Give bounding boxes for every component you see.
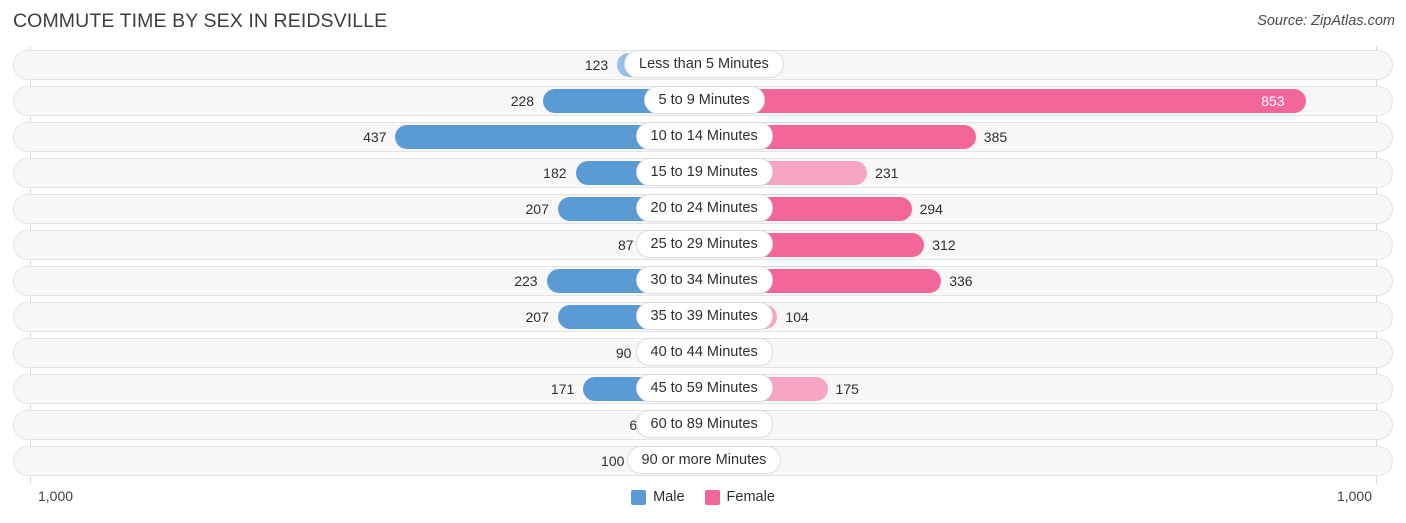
bar-female xyxy=(704,89,1307,113)
row-content: 90040 to 44 Minutes xyxy=(14,338,1392,367)
table-row: 66060 to 89 Minutes xyxy=(13,410,1393,440)
table-row: 437 385 10 to 14 Minutes xyxy=(13,122,1393,152)
legend-item-male[interactable]: Male xyxy=(631,489,685,505)
category-label: 35 to 39 Minutes xyxy=(635,302,773,330)
category-label: 30 to 34 Minutes xyxy=(635,266,773,294)
legend-item-female[interactable]: Female xyxy=(704,489,775,505)
value-label-female: 294 xyxy=(919,201,943,217)
table-row: 182 231 15 to 19 Minutes xyxy=(13,158,1393,188)
table-row: 223 336 30 to 34 Minutes xyxy=(13,266,1393,296)
value-label-male: 228 xyxy=(510,93,535,109)
table-row: 207 104 35 to 39 Minutes xyxy=(13,302,1393,332)
value-label-female: 175 xyxy=(835,381,859,397)
legend-label: Male xyxy=(653,489,685,505)
legend-swatch-icon xyxy=(704,489,720,505)
table-row: 171 175 45 to 59 Minutes xyxy=(13,374,1393,404)
value-label-female: 312 xyxy=(932,237,956,253)
row-content: 228 853 5 to 9 Minutes xyxy=(14,86,1392,115)
table-row: 100690 or more Minutes xyxy=(13,446,1393,476)
legend-label: Female xyxy=(726,489,775,505)
chart-legend: Male Female xyxy=(0,489,1406,505)
category-label: 15 to 19 Minutes xyxy=(635,158,773,186)
table-row: 87 312 25 to 29 Minutes xyxy=(13,230,1393,260)
chart-header: COMMUTE TIME BY SEX IN REIDSVILLE Source… xyxy=(0,0,1406,46)
value-label-male: 123 xyxy=(584,57,609,73)
value-label-male: 182 xyxy=(543,165,567,181)
chart-page: COMMUTE TIME BY SEX IN REIDSVILLE Source… xyxy=(0,0,1406,523)
row-content: 100690 or more Minutes xyxy=(14,446,1392,475)
value-label-female: 104 xyxy=(785,309,809,325)
row-content: 12351Less than 5 Minutes xyxy=(14,50,1392,79)
row-content: 171 175 45 to 59 Minutes xyxy=(14,374,1392,403)
value-label-male: 171 xyxy=(550,381,575,397)
value-label-male: 87 xyxy=(618,237,634,253)
value-label-female: 385 xyxy=(983,129,1008,145)
table-row: 12351Less than 5 Minutes xyxy=(13,50,1393,80)
table-row: 228 853 5 to 9 Minutes xyxy=(13,86,1393,116)
category-label: 45 to 59 Minutes xyxy=(635,374,773,402)
chart-footer: 1,000 1,000 Male Female xyxy=(0,484,1406,523)
value-label-male: 100 xyxy=(601,453,625,469)
category-label: 60 to 89 Minutes xyxy=(635,410,773,438)
value-label-male: 223 xyxy=(514,273,538,289)
value-label-female: 853 xyxy=(1261,93,1285,109)
row-content: 437 385 10 to 14 Minutes xyxy=(14,122,1392,151)
legend-swatch-icon xyxy=(631,489,647,505)
row-content: 66060 to 89 Minutes xyxy=(14,410,1392,439)
row-content: 182 231 15 to 19 Minutes xyxy=(14,158,1392,187)
value-label-female: 231 xyxy=(875,165,899,181)
value-label-male: 207 xyxy=(525,309,549,325)
row-content: 207 294 20 to 24 Minutes xyxy=(14,194,1392,223)
table-row: 207 294 20 to 24 Minutes xyxy=(13,194,1393,224)
chart-plot-area: 12351Less than 5 Minutes 228 853 5 to 9 Min… xyxy=(0,46,1406,484)
category-label: 90 or more Minutes xyxy=(626,446,782,474)
row-content: 207 104 35 to 39 Minutes xyxy=(14,302,1392,331)
category-label: 40 to 44 Minutes xyxy=(635,338,773,366)
category-label: 5 to 9 Minutes xyxy=(643,86,765,114)
category-label: 10 to 14 Minutes xyxy=(635,122,773,150)
row-content: 223 336 30 to 34 Minutes xyxy=(14,266,1392,295)
category-label: 25 to 29 Minutes xyxy=(635,230,773,258)
value-label-female: 336 xyxy=(949,273,973,289)
table-row: 90040 to 44 Minutes xyxy=(13,338,1393,368)
category-label: 20 to 24 Minutes xyxy=(635,194,773,222)
value-label-male: 437 xyxy=(363,129,387,145)
value-label-male: 90 xyxy=(615,345,632,361)
source-attribution: Source: ZipAtlas.com xyxy=(1257,13,1395,29)
category-label: Less than 5 Minutes xyxy=(624,50,784,78)
row-content: 87 312 25 to 29 Minutes xyxy=(14,230,1392,259)
value-label-male: 207 xyxy=(525,201,549,217)
page-title: COMMUTE TIME BY SEX IN REIDSVILLE xyxy=(13,10,388,32)
